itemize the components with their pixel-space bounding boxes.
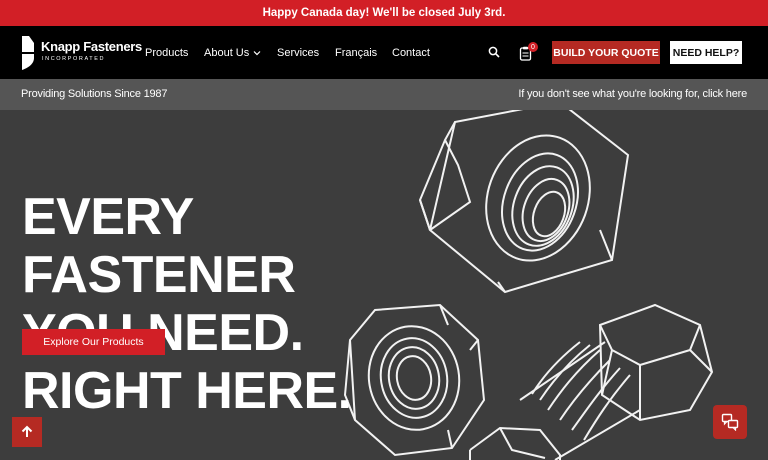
nav-francais[interactable]: Français [335,26,377,79]
arrow-up-icon [21,425,33,437]
main-navbar: Knapp Fasteners INCORPORATED Products Ab… [0,26,768,79]
logo[interactable]: Knapp Fasteners INCORPORATED [20,34,142,72]
not-found-link[interactable]: If you don't see what you're looking for… [518,88,747,100]
headline-line-4: RIGHT HERE. [22,362,352,420]
announcement-text: Happy Canada day! We'll be closed July 3… [262,7,506,19]
nav-services[interactable]: Services [277,26,319,79]
search-button[interactable] [486,44,502,60]
bolt-illustration [469,303,714,460]
brand-subtitle: INCORPORATED [42,56,106,62]
nav-contact-label: Contact [392,46,430,59]
nut-illustration-top [418,110,630,294]
tagline: Providing Solutions Since 1987 [21,88,168,100]
nav-francais-label: Français [335,46,378,59]
nav-contact[interactable]: Contact [392,26,430,79]
nav-services-label: Services [277,46,320,59]
nav-products-label: Products [145,46,189,59]
logo-mark-icon [22,36,34,70]
build-quote-button[interactable]: BUILD YOUR QUOTE [552,41,660,64]
headline-line-2: FASTENER [22,246,296,304]
nav-about-label: About Us [204,46,250,59]
nut-illustration-left [343,303,486,457]
nav-about-us[interactable]: About Us [204,26,261,79]
nav-products[interactable]: Products [145,26,188,79]
need-help-button[interactable]: NEED HELP? [670,41,742,64]
headline-line-1: EVERY [22,188,194,246]
hero-section: EVERY FASTENER YOU NEED. RIGHT HERE. [0,110,768,460]
chevron-down-icon [253,50,261,55]
chat-icon [721,413,739,431]
scroll-to-top-button[interactable] [12,417,42,447]
announcement-bar: Happy Canada day! We'll be closed July 3… [0,0,768,26]
cart-count-badge: 0 [528,42,538,52]
brand-name: Knapp Fasteners [41,39,142,54]
chat-button[interactable] [713,405,747,439]
info-bar: Providing Solutions Since 1987 If you do… [0,79,768,110]
hero-headline: EVERY FASTENER YOU NEED. RIGHT HERE. [22,188,352,420]
search-icon [488,46,500,58]
explore-products-button[interactable]: Explore Our Products [22,329,165,355]
